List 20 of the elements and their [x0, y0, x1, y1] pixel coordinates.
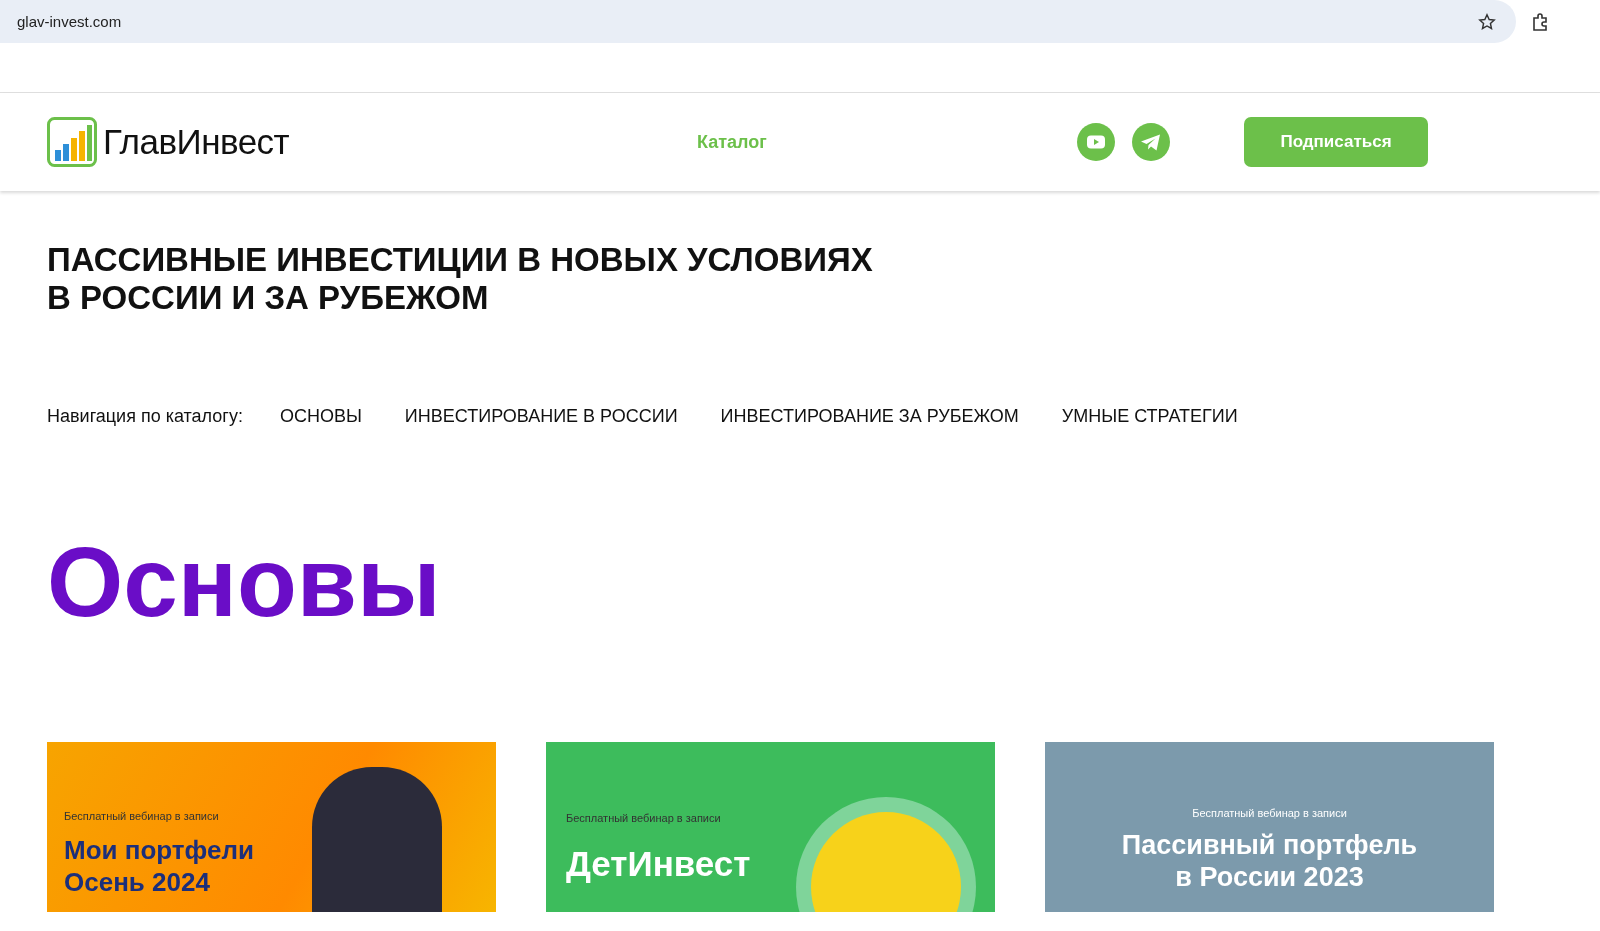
- card-caption: Бесплатный вебинар в записи: [64, 810, 220, 822]
- catalog-nav-link[interactable]: УМНЫЕ СТРАТЕГИИ: [1061, 406, 1238, 427]
- catalog-nav-link[interactable]: ИНВЕСТИРОВАНИЕ ЗА РУБЕЖОМ: [720, 406, 1019, 427]
- webinar-card[interactable]: Бесплатный вебинар в записи ДетИнвест: [546, 742, 995, 912]
- catalog-nav-link[interactable]: ИНВЕСТИРОВАНИЕ В РОССИИ: [404, 406, 678, 427]
- card-title: Пассивный портфель в России 2023: [1121, 829, 1418, 893]
- card-title: Мои портфели Осень 2024: [64, 834, 254, 898]
- catalog-nav-link[interactable]: ОСНОВЫ: [279, 406, 362, 427]
- webinar-card[interactable]: Бесплатный вебинар в записи Мои портфели Осень 2024: [47, 742, 496, 912]
- card-caption: Бесплатный вебинар в записи: [566, 812, 722, 824]
- star-icon[interactable]: [1478, 12, 1496, 31]
- catalog-nav-label: Навигация по каталогу:: [47, 406, 243, 427]
- logo-text[interactable]: ГлавИнвест: [103, 122, 290, 162]
- section-title: Основы: [47, 527, 442, 637]
- url-text: glav-invest.com: [17, 13, 122, 30]
- card-caption: Бесплатный вебинар в записи: [1192, 807, 1347, 819]
- bar-chart-logo-icon: [47, 117, 97, 167]
- puzzle-icon[interactable]: [1530, 11, 1550, 32]
- address-bar[interactable]: glav-invest.com: [0, 0, 1516, 43]
- headline: ПАССИВНЫЕ ИНВЕСТИЦИИ В НОВЫХ УСЛОВИЯХ В РОССИИ И ЗА РУБЕЖОМ: [47, 241, 874, 317]
